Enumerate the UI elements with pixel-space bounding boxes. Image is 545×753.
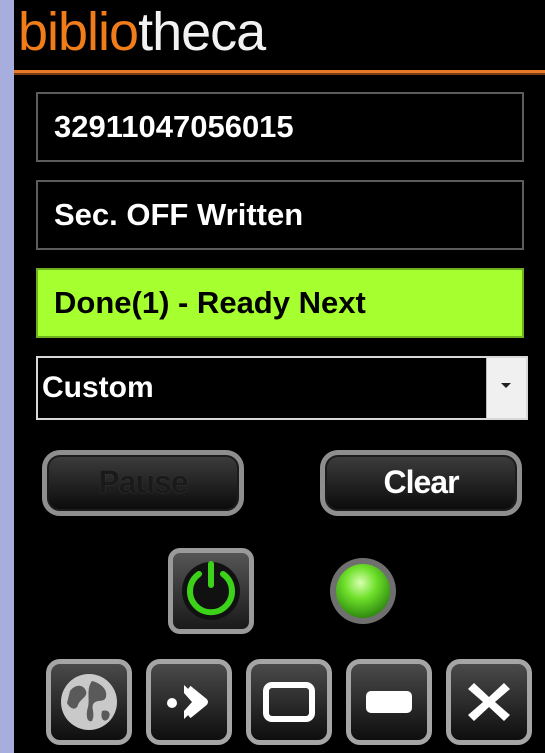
arrow-right-icon <box>167 685 208 719</box>
power-icon <box>182 561 240 620</box>
status-led-icon <box>330 558 396 624</box>
mode-select-dropdown-button[interactable] <box>486 358 526 418</box>
security-status-display: Sec. OFF Written <box>36 180 524 250</box>
minimize-button[interactable] <box>346 659 432 745</box>
left-edge-strip <box>0 0 14 753</box>
logo-part-biblio: biblio <box>18 2 139 62</box>
bibliotheca-panel: bibliotheca 32911047056015 Sec. OFF Writ… <box>14 0 545 753</box>
logo-part-theca: theca <box>138 2 266 62</box>
mode-select[interactable]: Custom <box>36 356 528 420</box>
restore-window-button[interactable] <box>246 659 332 745</box>
header-divider-shadow <box>14 73 545 75</box>
barcode-display: 32911047056015 <box>36 92 524 162</box>
bibliotheca-logo: bibliotheca <box>18 2 266 62</box>
globe-button[interactable] <box>46 659 132 745</box>
mode-select-value: Custom <box>42 371 154 404</box>
process-status-display: Done(1) - Ready Next <box>36 268 524 338</box>
minimize-icon <box>366 691 412 713</box>
close-icon <box>468 683 510 721</box>
clear-button[interactable]: Clear <box>320 450 522 516</box>
power-button[interactable] <box>168 548 254 634</box>
next-button[interactable] <box>146 659 232 745</box>
globe-icon <box>61 674 117 730</box>
restore-window-icon <box>263 682 315 722</box>
close-button[interactable] <box>446 659 532 745</box>
chevron-down-icon <box>501 383 511 388</box>
pause-button[interactable]: Pause <box>42 450 244 516</box>
